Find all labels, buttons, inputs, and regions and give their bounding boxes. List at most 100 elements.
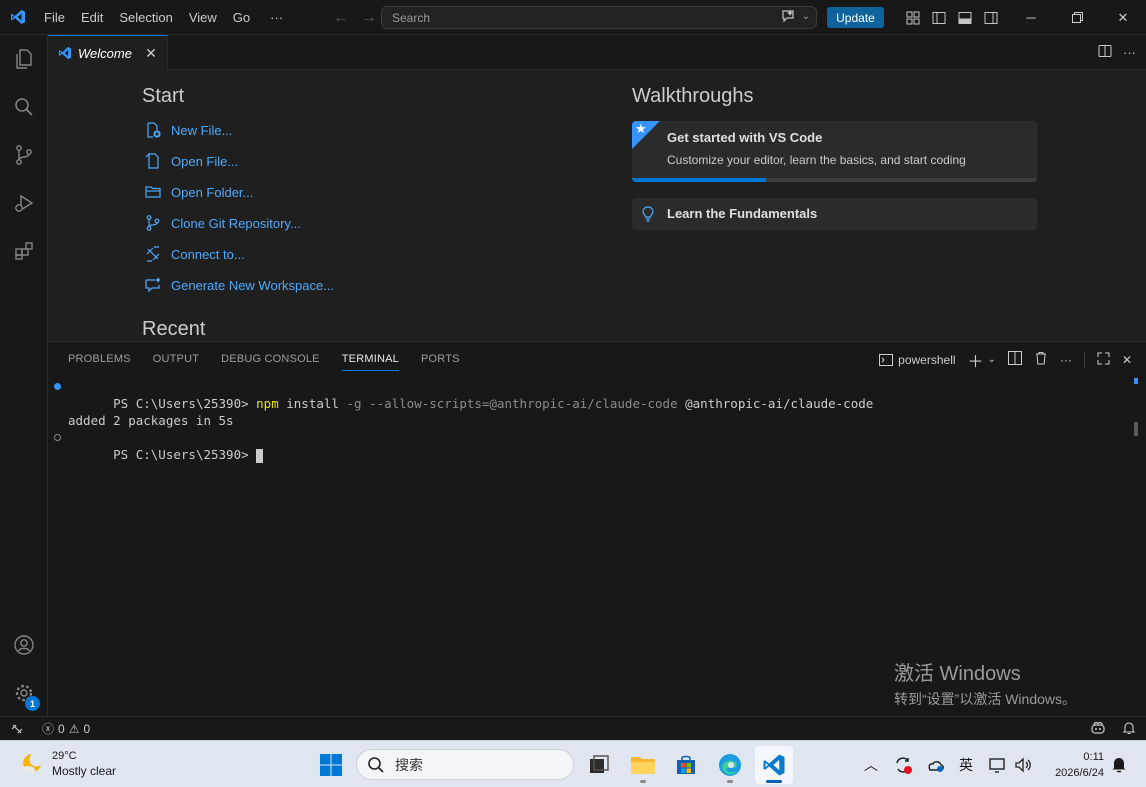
output-text: added 2 packages in 5s [68, 413, 234, 428]
customize-layout-icon[interactable] [904, 9, 922, 27]
tab-output[interactable]: OUTPUT [153, 342, 199, 377]
chevron-down-icon[interactable]: ⌄ [988, 354, 996, 365]
title-bar: File Edit Selection View Go ··· ← → Sear… [0, 0, 1146, 35]
weather-widget[interactable]: 29°C Mostly clear [18, 749, 116, 779]
terminal-shell-selector[interactable]: powershell [879, 353, 956, 367]
connect-to-label: Connect to... [171, 246, 245, 262]
new-terminal-icon[interactable]: ＋ [968, 348, 984, 372]
windows-logo-icon [320, 754, 342, 776]
start-button[interactable] [312, 746, 350, 784]
bell-icon[interactable] [1122, 721, 1136, 738]
forward-arrow-icon[interactable]: → [358, 7, 380, 29]
split-terminal-icon[interactable] [1007, 351, 1022, 368]
tray-overflow-chevron-icon[interactable]: ︿ [862, 741, 880, 787]
walkthrough-card-fundamentals[interactable]: Learn the Fundamentals [632, 198, 1037, 230]
tab-label: Welcome [78, 45, 132, 61]
copilot-icon[interactable] [1090, 721, 1106, 738]
close-icon[interactable]: ✕ [143, 45, 159, 61]
vscode-tab-icon [58, 46, 72, 60]
extensions-icon[interactable] [0, 227, 48, 275]
file-explorer-button[interactable] [624, 746, 662, 784]
menu-go[interactable]: Go [225, 0, 258, 35]
accounts-icon[interactable] [0, 621, 48, 669]
chat-icon[interactable] [780, 8, 796, 24]
walkthrough-card-get-started[interactable]: ★ Get started with VS Code Customize you… [632, 121, 1037, 182]
moon-cloud-icon [21, 754, 41, 774]
running-indicator [727, 780, 733, 783]
more-actions-icon[interactable]: ··· [1123, 45, 1136, 60]
toggle-primary-sidebar-icon[interactable] [930, 9, 948, 27]
more-actions-icon[interactable]: ··· [1060, 353, 1072, 367]
activation-watermark: 激活 Windows 转到“设置”以激活 Windows。 [894, 657, 1076, 709]
tab-terminal[interactable]: TERMINAL [341, 342, 400, 377]
command-center-search[interactable]: Search ⌄ [381, 6, 817, 29]
microsoft-store-button[interactable] [667, 746, 705, 784]
clone-repo-label: Clone Git Repository... [171, 215, 301, 231]
tab-debug-console[interactable]: DEBUG CONSOLE [221, 342, 320, 377]
generate-workspace-link[interactable]: Generate New Workspace... [144, 274, 334, 296]
tab-welcome[interactable]: Welcome ✕ [48, 35, 168, 70]
weather-condition: Mostly clear [52, 764, 117, 778]
window-controls: ─ ✕ [1008, 0, 1146, 35]
star-icon: ★ [635, 121, 647, 136]
chevron-down-icon[interactable]: ⌄ [802, 11, 810, 22]
close-panel-icon[interactable]: ✕ [1122, 353, 1132, 367]
card-title: Learn the Fundamentals [667, 206, 818, 221]
toggle-panel-icon[interactable] [956, 9, 974, 27]
run-debug-icon[interactable] [0, 179, 48, 227]
active-indicator [766, 780, 782, 783]
open-file-link[interactable]: Open File... [144, 150, 238, 172]
explorer-icon[interactable] [0, 35, 48, 83]
task-view-icon [590, 755, 609, 773]
menu-selection[interactable]: Selection [111, 0, 180, 35]
task-view-button[interactable] [580, 746, 618, 784]
network-icon[interactable] [986, 741, 1008, 787]
edge-browser-button[interactable] [711, 746, 749, 784]
terminal-output[interactable]: PS C:\Users\25390> npm install -g --allo… [54, 378, 873, 463]
command-decoration-icon [54, 383, 61, 390]
vscode-logo-icon [763, 754, 785, 776]
trash-icon[interactable] [1034, 351, 1048, 368]
remote-icon [144, 245, 162, 263]
open-folder-label: Open Folder... [171, 184, 254, 200]
menu-file[interactable]: File [36, 0, 73, 35]
remote-indicator-icon[interactable] [0, 717, 34, 741]
new-file-link[interactable]: New File... [144, 119, 232, 141]
panel-tabs: PROBLEMS OUTPUT DEBUG CONSOLE TERMINAL P… [68, 342, 460, 377]
restore-icon[interactable] [1054, 0, 1100, 35]
maximize-panel-icon[interactable] [1097, 352, 1110, 368]
taskbar-search[interactable]: 搜索 [356, 749, 574, 780]
ime-indicator[interactable]: 英 [955, 741, 977, 787]
volume-icon[interactable] [1012, 741, 1034, 787]
tab-ports[interactable]: PORTS [421, 342, 460, 377]
source-control-icon[interactable] [0, 131, 48, 179]
problems-status[interactable]: ⓧ 0 ⚠ 0 [42, 720, 90, 737]
clone-repo-link[interactable]: Clone Git Repository... [144, 212, 301, 234]
onedrive-icon[interactable] [924, 741, 948, 787]
update-button[interactable]: Update [827, 7, 884, 28]
menu-view[interactable]: View [181, 0, 225, 35]
menu-edit[interactable]: Edit [73, 0, 111, 35]
toggle-secondary-sidebar-icon[interactable] [982, 9, 1000, 27]
vscode-taskbar-button[interactable] [755, 746, 793, 784]
clock-date: 2026/6/24 [1055, 767, 1104, 779]
system-clock[interactable]: 0:11 2026/6/24 [1055, 749, 1104, 781]
manage-gear-icon[interactable]: 1 [0, 669, 48, 717]
scrollbar-thumb[interactable] [1134, 422, 1138, 436]
watermark-title: 激活 Windows [894, 663, 1021, 685]
start-heading: Start [142, 85, 185, 107]
card-progress-fill [632, 178, 766, 182]
back-arrow-icon[interactable]: ← [330, 7, 352, 29]
vscode-logo-icon [0, 0, 36, 35]
sync-alert-icon[interactable] [890, 741, 916, 787]
open-folder-link[interactable]: Open Folder... [144, 181, 253, 203]
activity-bar: 1 [0, 35, 48, 716]
minimize-icon[interactable]: ─ [1008, 0, 1054, 35]
split-editor-icon[interactable] [1097, 43, 1113, 62]
tab-problems[interactable]: PROBLEMS [68, 342, 131, 377]
close-window-icon[interactable]: ✕ [1100, 0, 1146, 35]
notification-bell-icon[interactable] [1108, 741, 1130, 787]
menu-more[interactable]: ··· [262, 0, 291, 35]
search-icon[interactable] [0, 83, 48, 131]
connect-to-link[interactable]: Connect to... [144, 243, 245, 265]
